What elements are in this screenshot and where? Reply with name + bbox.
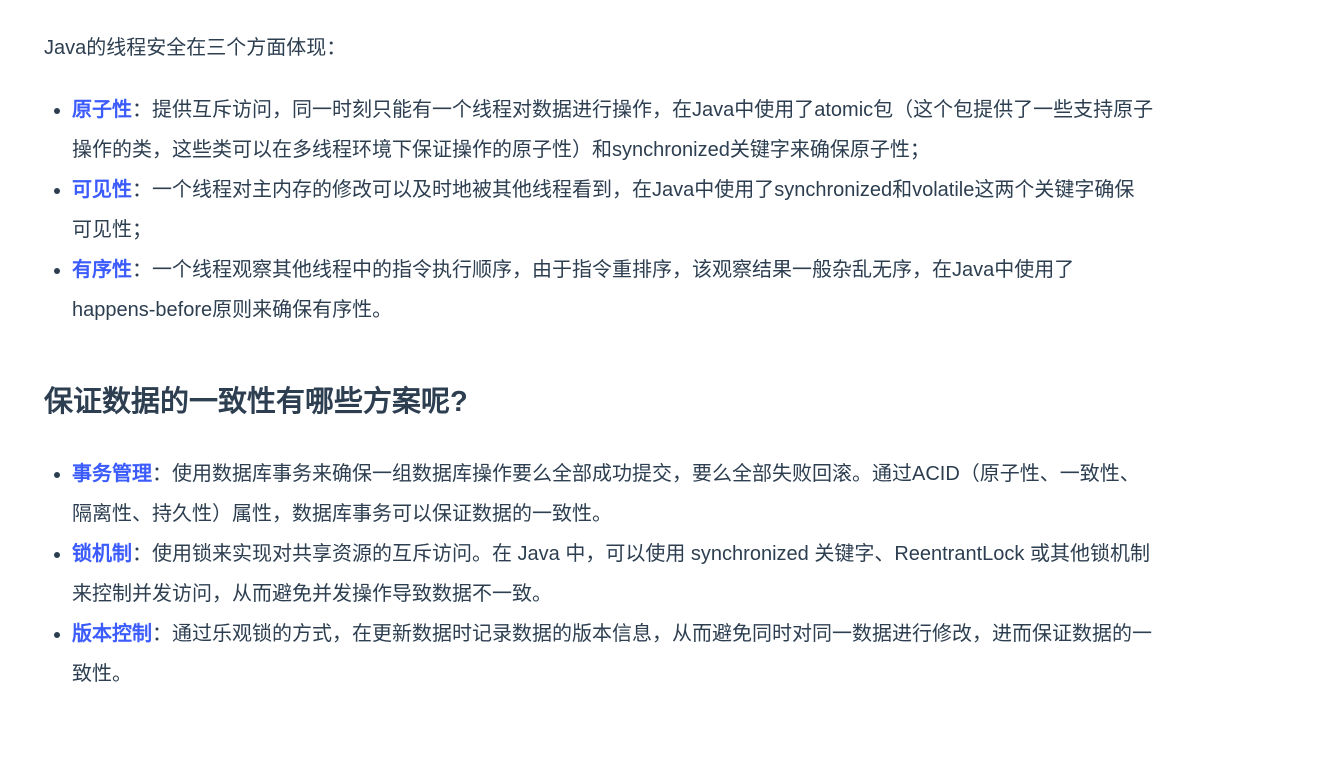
term: 版本控制: [72, 623, 152, 645]
description: ：一个线程对主内存的修改可以及时地被其他线程看到，在Java中使用了synchr…: [72, 179, 1135, 241]
thread-safety-list: 原子性：提供互斥访问，同一时刻只能有一个线程对数据进行操作，在Java中使用了a…: [44, 90, 1154, 330]
list-item: 有序性：一个线程观察其他线程中的指令执行顺序，由于指令重排序，该观察结果一般杂乱…: [72, 250, 1154, 330]
article-content: Java的线程安全在三个方面体现： 原子性：提供互斥访问，同一时刻只能有一个线程…: [44, 28, 1154, 694]
intro-text: Java的线程安全在三个方面体现：: [44, 37, 347, 59]
description: ：提供互斥访问，同一时刻只能有一个线程对数据进行操作，在Java中使用了atom…: [72, 99, 1154, 161]
consistency-list: 事务管理：使用数据库事务来确保一组数据库操作要么全部成功提交，要么全部失败回滚。…: [44, 454, 1154, 694]
term: 有序性: [72, 259, 132, 281]
term: 锁机制: [72, 543, 132, 565]
description: ：一个线程观察其他线程中的指令执行顺序，由于指令重排序，该观察结果一般杂乱无序，…: [72, 259, 1075, 321]
list-item: 可见性：一个线程对主内存的修改可以及时地被其他线程看到，在Java中使用了syn…: [72, 170, 1154, 250]
list-item: 版本控制：通过乐观锁的方式，在更新数据时记录数据的版本信息，从而避免同时对同一数…: [72, 614, 1154, 694]
term: 事务管理: [72, 463, 152, 485]
term: 可见性: [72, 179, 132, 201]
description: ：使用数据库事务来确保一组数据库操作要么全部成功提交，要么全部失败回滚。通过AC…: [72, 463, 1140, 525]
list-item: 事务管理：使用数据库事务来确保一组数据库操作要么全部成功提交，要么全部失败回滚。…: [72, 454, 1154, 534]
description: ：通过乐观锁的方式，在更新数据时记录数据的版本信息，从而避免同时对同一数据进行修…: [72, 623, 1152, 685]
description: ：使用锁来实现对共享资源的互斥访问。在 Java 中，可以使用 synchron…: [72, 543, 1150, 605]
term: 原子性: [72, 99, 132, 121]
section-heading: 保证数据的一致性有哪些方案呢?: [44, 386, 468, 418]
list-item: 锁机制：使用锁来实现对共享资源的互斥访问。在 Java 中，可以使用 synch…: [72, 534, 1154, 614]
list-item: 原子性：提供互斥访问，同一时刻只能有一个线程对数据进行操作，在Java中使用了a…: [72, 90, 1154, 170]
